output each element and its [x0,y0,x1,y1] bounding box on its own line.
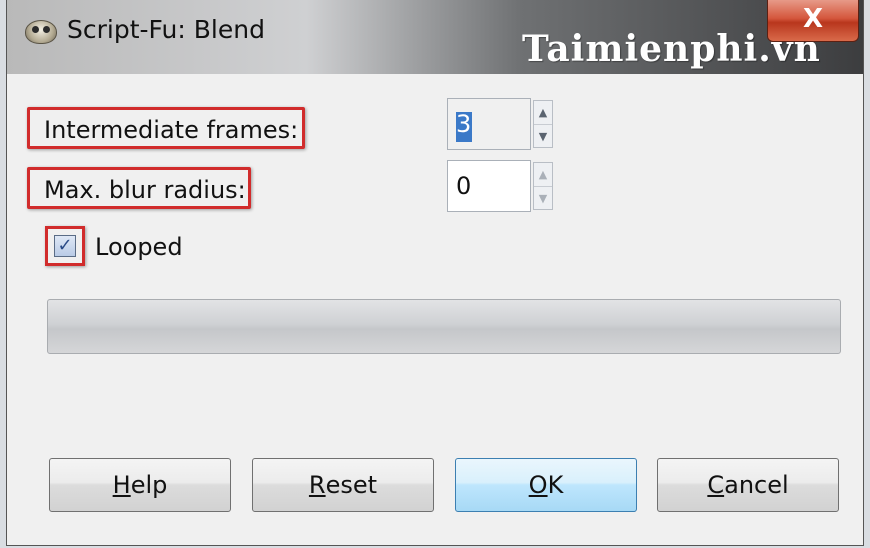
dialog-content: Intermediate frames: ▲ ▼ Max. blur radiu… [7,74,863,546]
progress-bar [47,299,841,354]
max-blur-radius-spinner[interactable]: ▲ ▼ [533,162,553,210]
reset-label: eset [325,471,378,499]
ok-label: K [547,471,564,499]
cancel-button[interactable]: Cancel [657,458,839,512]
help-label: elp [130,471,168,499]
help-mnemonic: H [112,471,131,499]
intermediate-frames-label: Intermediate frames: [44,116,299,144]
cancel-label: ancel [724,471,789,499]
spin-up-icon[interactable]: ▲ [534,163,552,186]
reset-mnemonic: R [308,471,326,499]
intermediate-frames-label-highlight: Intermediate frames: [27,107,305,149]
max-blur-radius-label-highlight: Max. blur radius: [27,167,251,209]
ok-mnemonic: O [528,471,548,499]
cancel-mnemonic: C [707,471,725,499]
intermediate-frames-spinner[interactable]: ▲ ▼ [533,100,553,148]
reset-button[interactable]: Reset [252,458,434,512]
spin-up-icon[interactable]: ▲ [534,101,552,124]
title-bar: Script-Fu: Blend Taimienphi.vn X [7,0,863,74]
looped-checkbox[interactable]: ✓ [54,235,76,257]
gimp-wilber-icon [25,20,57,44]
intermediate-frames-input[interactable] [447,98,531,150]
looped-label[interactable]: Looped [95,233,183,261]
max-blur-radius-label: Max. blur radius: [44,176,246,204]
looped-checkbox-highlight: ✓ [45,226,85,266]
script-fu-blend-dialog: Script-Fu: Blend Taimienphi.vn X Interme… [6,0,864,546]
ok-button[interactable]: OK [455,458,637,512]
window-title: Script-Fu: Blend [67,15,265,44]
spin-down-icon[interactable]: ▼ [534,124,552,148]
max-blur-radius-input[interactable] [447,160,531,212]
help-button[interactable]: Help [49,458,231,512]
spin-down-icon[interactable]: ▼ [534,186,552,210]
close-button[interactable]: X [767,0,859,42]
